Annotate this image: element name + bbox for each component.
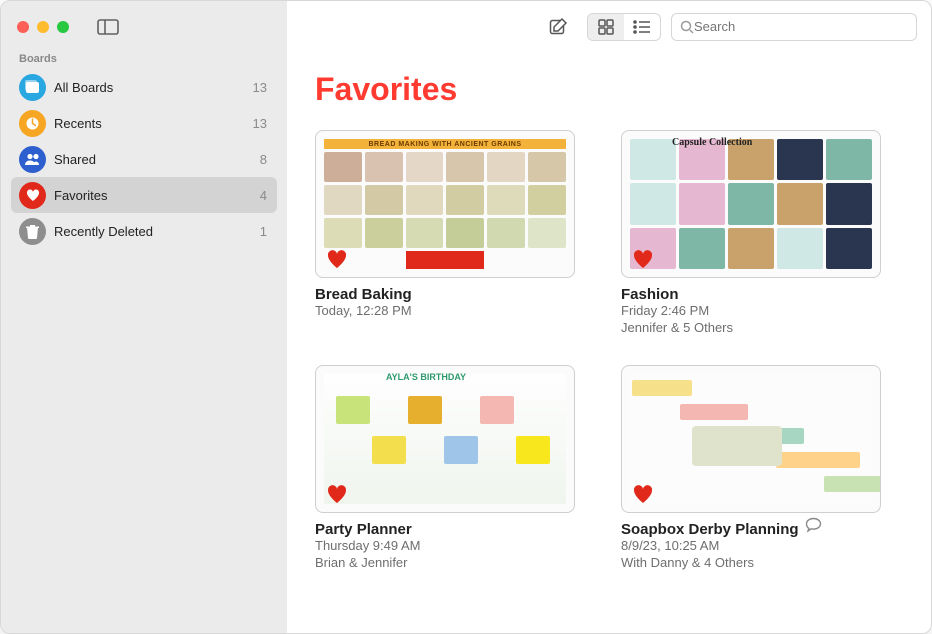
sidebar-item-recents[interactable]: Recents13 (11, 105, 277, 141)
board-shared-with: Jennifer & 5 Others (621, 320, 881, 335)
trash-icon (19, 218, 46, 245)
board-thumbnail: AYLA'S BIRTHDAY (315, 365, 575, 513)
list-icon (633, 20, 651, 34)
people-icon (19, 146, 46, 173)
sidebar-item-count: 4 (260, 188, 269, 203)
sidebar-nav: All Boards13Recents13Shared8Favorites4Re… (1, 69, 287, 249)
page-title: Favorites (315, 71, 903, 108)
view-mode-segmented (587, 13, 661, 41)
window-titlebar (1, 1, 287, 53)
board-title: Soapbox Derby Planning (621, 521, 799, 538)
board-icon (19, 74, 46, 101)
sidebar-item-shared[interactable]: Shared8 (11, 141, 277, 177)
sidebar-item-count: 8 (260, 152, 269, 167)
sidebar-item-recently-deleted[interactable]: Recently Deleted1 (11, 213, 277, 249)
toggle-sidebar-button[interactable] (89, 13, 127, 41)
sidebar-item-label: Recents (54, 116, 253, 131)
board-subtitle: 8/9/23, 10:25 AM (621, 538, 881, 555)
topbar (287, 1, 931, 53)
window-traffic-lights (17, 21, 69, 33)
search-field[interactable] (671, 13, 917, 41)
zoom-window-button[interactable] (57, 21, 69, 33)
sidebar-item-label: Shared (54, 152, 260, 167)
board-subtitle: Thursday 9:49 AM (315, 538, 575, 555)
favorite-heart-icon (632, 484, 654, 504)
sidebar-icon (97, 19, 119, 35)
main-area: Favorites BREAD MAKING WITH ANCIENT GRAI… (287, 1, 931, 633)
sidebar-item-label: All Boards (54, 80, 253, 95)
board-title: Bread Baking (315, 286, 412, 303)
grid-icon (598, 19, 614, 35)
board-card[interactable]: AYLA'S BIRTHDAY Party PlannerThursday 9:4… (315, 365, 575, 570)
sidebar: Boards All Boards13Recents13Shared8Favor… (1, 1, 287, 633)
list-view-button[interactable] (624, 14, 660, 40)
close-window-button[interactable] (17, 21, 29, 33)
favorite-heart-icon (326, 484, 348, 504)
board-card[interactable]: Capsule Collection FashionFriday 2:46 PMJ… (621, 130, 881, 335)
favorite-heart-icon (326, 249, 348, 269)
clock-icon (19, 110, 46, 137)
grid-view-button[interactable] (588, 14, 624, 40)
board-shared-with: With Danny & 4 Others (621, 555, 881, 570)
chat-icon (805, 517, 822, 533)
board-shared-with: Brian & Jennifer (315, 555, 575, 570)
board-title: Party Planner (315, 521, 412, 538)
heart-icon (19, 182, 46, 209)
board-thumbnail (621, 365, 881, 513)
board-card[interactable]: BREAD MAKING WITH ANCIENT GRAINS Bread Ba… (315, 130, 575, 335)
sidebar-section-label: Boards (1, 53, 287, 69)
app-window: Boards All Boards13Recents13Shared8Favor… (0, 0, 932, 634)
sidebar-item-count: 13 (253, 116, 269, 131)
board-thumbnail: BREAD MAKING WITH ANCIENT GRAINS (315, 130, 575, 278)
sidebar-item-label: Favorites (54, 188, 260, 203)
favorite-heart-icon (632, 249, 654, 269)
content-scroll: Favorites BREAD MAKING WITH ANCIENT GRAI… (287, 53, 931, 633)
sidebar-item-label: Recently Deleted (54, 224, 260, 239)
sidebar-item-count: 1 (260, 224, 269, 239)
board-thumbnail: Capsule Collection (621, 130, 881, 278)
new-board-button[interactable] (539, 13, 577, 41)
board-card[interactable]: Soapbox Derby Planning8/9/23, 10:25 AMWi… (621, 365, 881, 570)
boards-grid: BREAD MAKING WITH ANCIENT GRAINS Bread Ba… (315, 130, 903, 570)
sidebar-item-favorites[interactable]: Favorites4 (11, 177, 277, 213)
board-title: Fashion (621, 286, 679, 303)
compose-icon (548, 17, 568, 37)
sidebar-item-count: 13 (253, 80, 269, 95)
board-subtitle: Friday 2:46 PM (621, 303, 881, 320)
search-icon (680, 20, 694, 34)
search-input[interactable] (694, 19, 908, 34)
sidebar-item-all-boards[interactable]: All Boards13 (11, 69, 277, 105)
board-subtitle: Today, 12:28 PM (315, 303, 575, 320)
minimize-window-button[interactable] (37, 21, 49, 33)
